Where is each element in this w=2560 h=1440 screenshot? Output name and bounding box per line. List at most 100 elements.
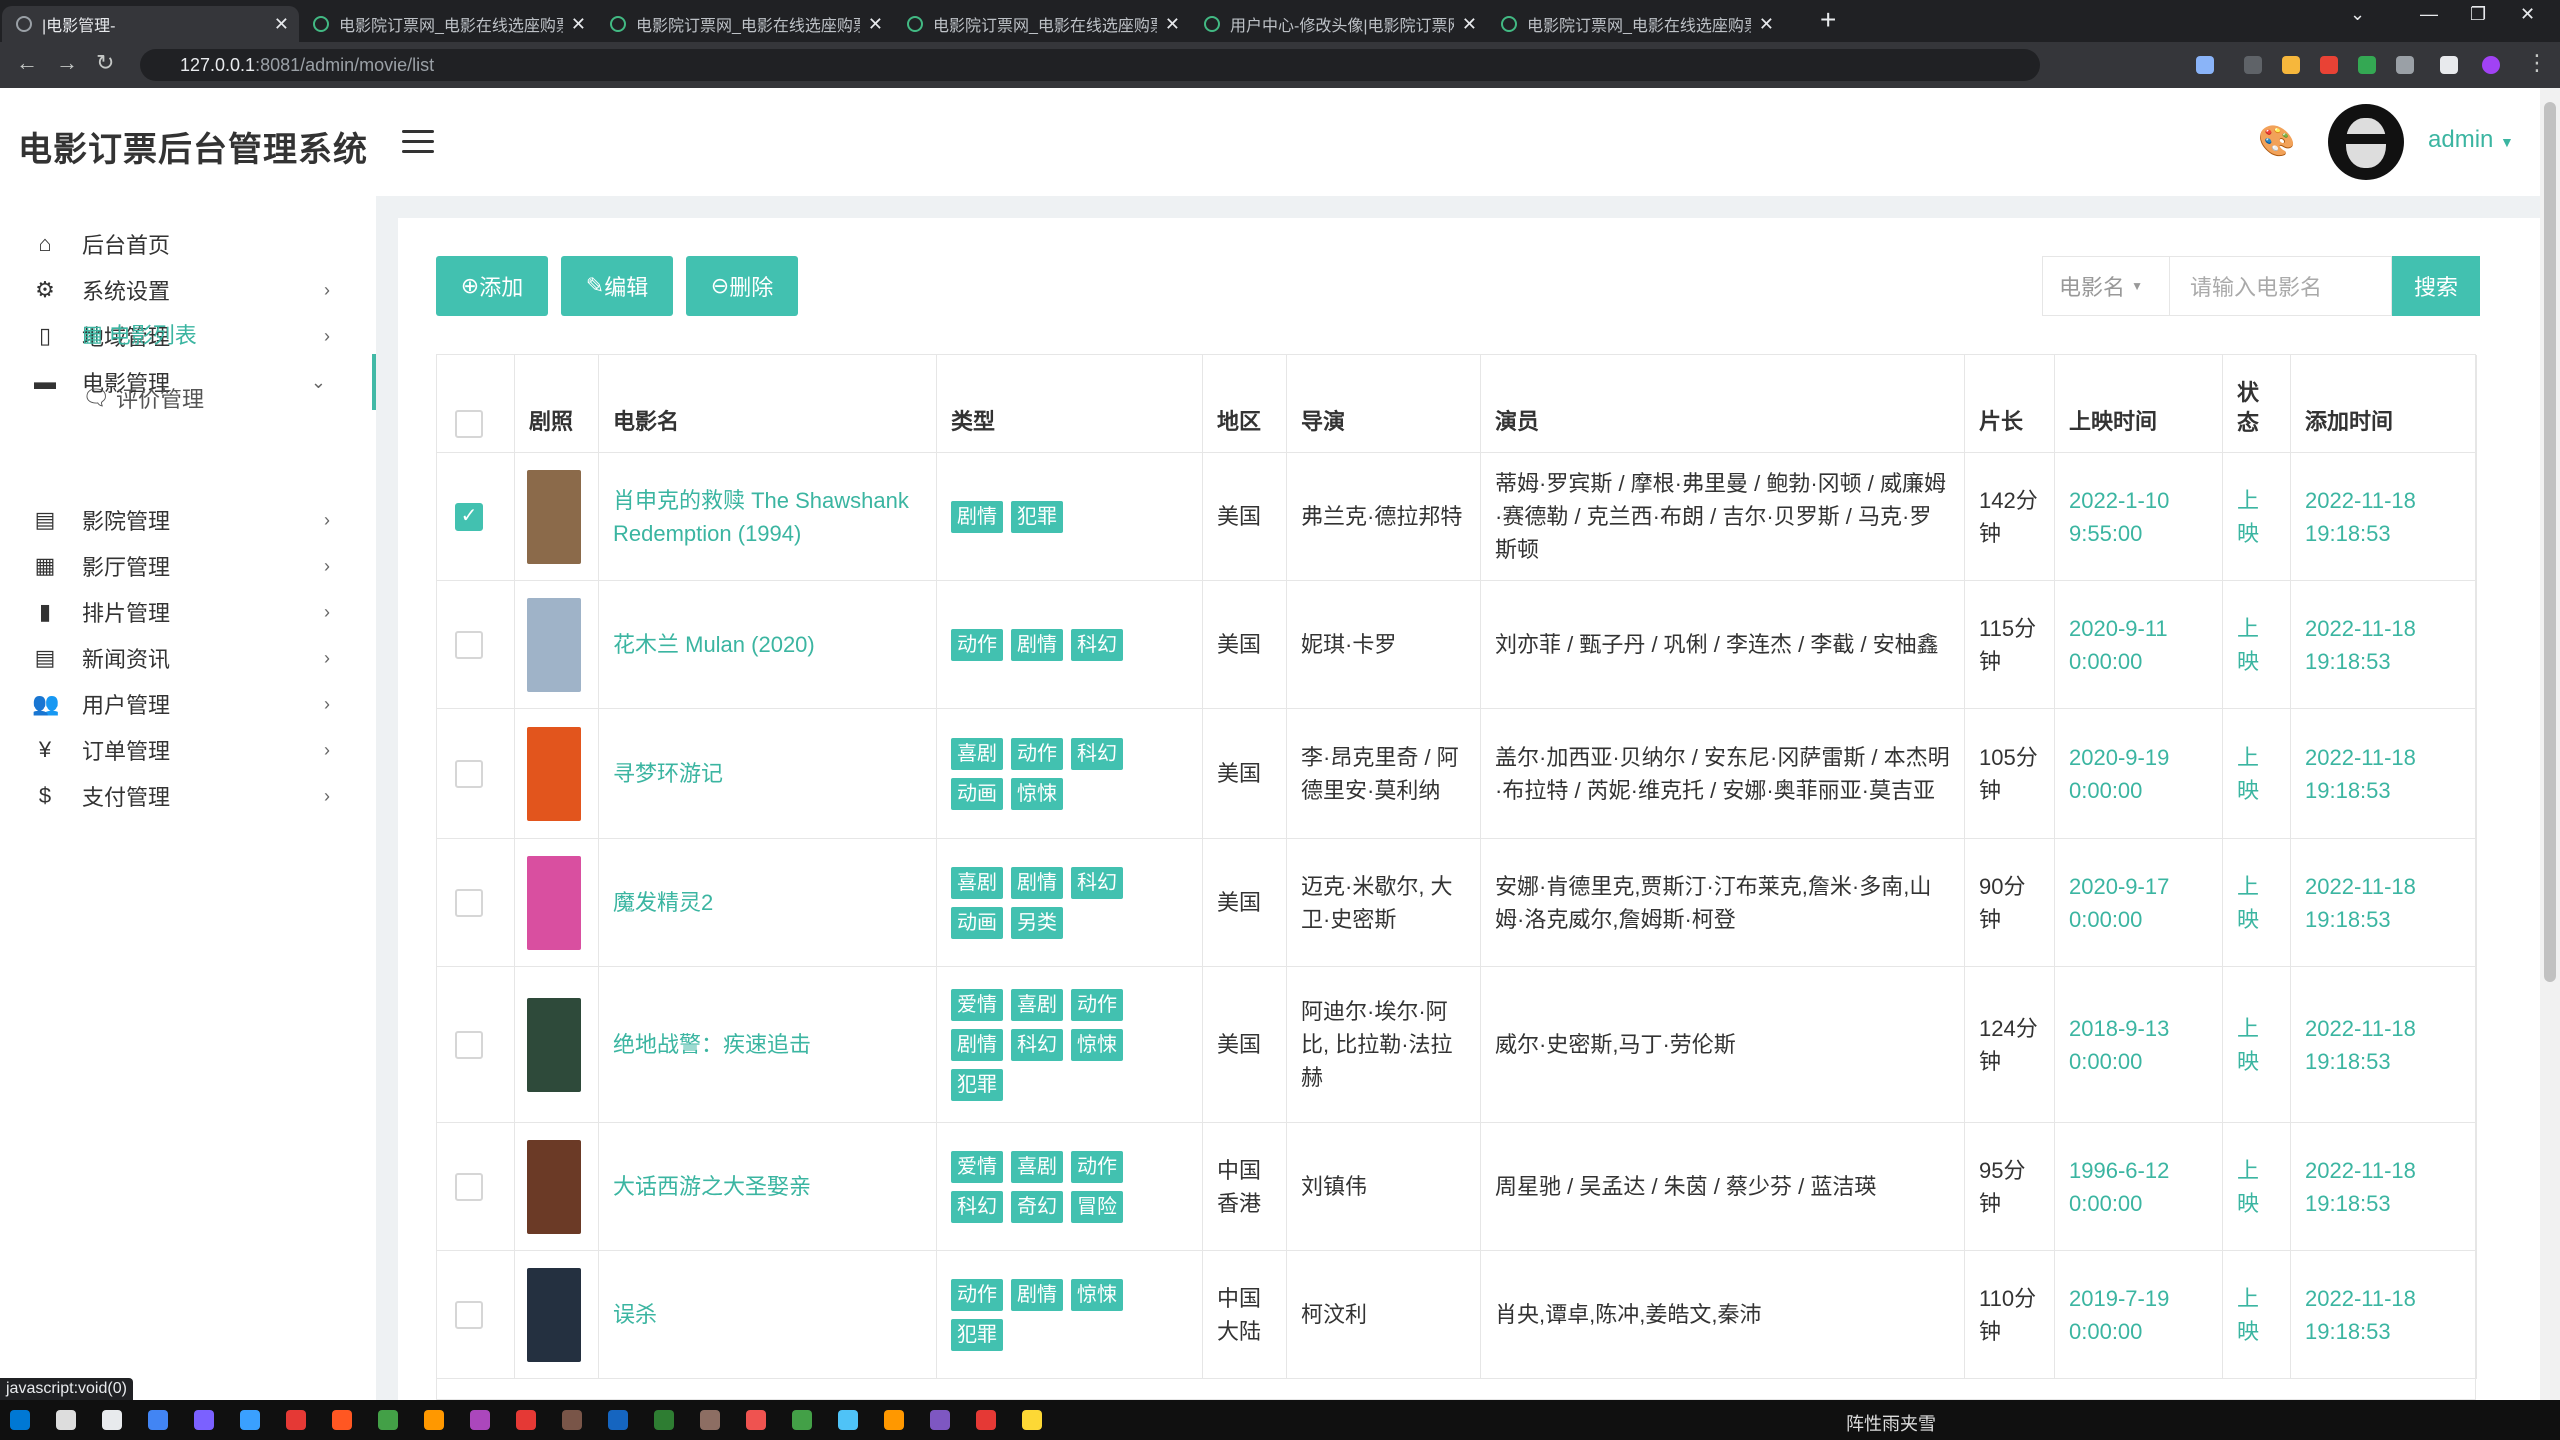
url-host: 127.0.0.1 [180,55,256,75]
cell-added: 2022-11-18 19:18:53 [2291,967,2477,1122]
taskbar-app-icon[interactable] [286,1410,306,1430]
taskbar-app-icon[interactable] [746,1410,766,1430]
maximize-button[interactable]: ❐ [2470,4,2486,25]
url-field[interactable]: 127.0.0.1:8081/admin/movie/list [140,49,2040,81]
extension-icon[interactable] [2244,56,2262,74]
browser-tab[interactable]: |电影管理- ✕ [2,6,299,42]
search-button[interactable]: 搜索 [2392,256,2480,316]
chevron-right-icon: › [324,279,330,300]
taskbar-app-icon[interactable] [378,1410,398,1430]
cell-region: 美国 [1203,967,1287,1122]
tab-title: 电影院订票网_电影在线选座购票 [636,18,860,35]
taskbar-app-icon[interactable] [700,1410,720,1430]
type-tag: 动作 [1011,737,1063,770]
cell-director: 李·昂克里奇 / 阿德里安·莫利纳 [1287,709,1481,838]
taskbar-app-icon[interactable] [10,1410,30,1430]
search-input[interactable]: 请输入电影名 [2170,256,2392,316]
palette-icon[interactable]: 🎨 [2258,124,2295,159]
taskbar-app-icon[interactable] [194,1410,214,1430]
profile-icon[interactable] [2482,56,2500,74]
taskbar-app-icon[interactable] [884,1410,904,1430]
tab-close-icon[interactable]: ✕ [1759,14,1774,35]
movie-name-link[interactable]: 误杀 [599,1251,937,1378]
taskbar-app-icon[interactable] [516,1410,536,1430]
taskbar-app-icon[interactable] [470,1410,490,1430]
edit-button[interactable]: ✎ 编辑 [561,256,673,316]
close-window-button[interactable]: ✕ [2520,4,2535,25]
type-tag: 奇幻 [1011,1190,1063,1223]
table-row: 绝地战警：疾速追击 爱情 喜剧 动作 剧情 科幻 惊悚 犯罪 美国 阿迪尔·埃尔·阿比, 比拉勒·… [437,967,2477,1123]
row-checkbox[interactable] [455,888,483,917]
new-tab-button[interactable]: + [1820,4,1836,36]
sidebar-subitem-2[interactable]: 🗨 评价管理 [82,378,204,418]
taskbar-app-icon[interactable] [838,1410,858,1430]
select-all-checkbox[interactable] [455,410,483,438]
forward-icon[interactable]: → [56,50,78,76]
cell-checkbox [437,839,515,966]
taskbar-app-icon[interactable] [240,1410,260,1430]
sidebar-item-11[interactable]: $ 支付管理 › [0,768,376,824]
taskbar-app-icon[interactable] [608,1410,628,1430]
browser-tab[interactable]: 用户中心-修改头像|电影院订票网 ✕ [1190,6,1487,42]
taskbar-app-icon[interactable] [56,1410,76,1430]
puzzle-icon[interactable] [2396,56,2414,74]
tab-close-icon[interactable]: ✕ [1462,14,1477,35]
row-checkbox[interactable] [455,759,483,788]
tab-close-icon[interactable]: ✕ [274,14,289,35]
type-tag: 另类 [1011,906,1063,939]
user-menu[interactable]: admin ▼ [2428,126,2514,154]
row-checkbox[interactable] [455,630,483,659]
extension-icon[interactable] [2320,56,2338,74]
table-row: 花木兰 Mulan (2020) 动作 剧情 科幻 美国 妮琪·卡罗 刘亦菲 / 甄子丹 /… [437,581,2477,709]
sidebar-subitem-1[interactable]: ▦ 电影列表 [82,314,197,354]
taskbar-app-icon[interactable] [976,1410,996,1430]
add-button[interactable]: ⊕ 添加 [436,256,548,316]
movie-name-link[interactable]: 魔发精灵2 [599,839,937,966]
taskbar-app-icon[interactable] [102,1410,122,1430]
menu-toggle-icon[interactable] [402,130,434,154]
taskbar-app-icon[interactable] [654,1410,674,1430]
taskbar-app-icon[interactable] [562,1410,582,1430]
sidebar-toggle-icon[interactable] [2440,56,2458,74]
taskbar-app-icon[interactable] [148,1410,168,1430]
browser-tab[interactable]: 电影院订票网_电影在线选座购票 ✕ [596,6,893,42]
row-checkbox[interactable] [455,1172,483,1201]
tab-close-icon[interactable]: ✕ [571,14,586,35]
taskbar-app-icon[interactable] [332,1410,352,1430]
browser-tab[interactable]: 电影院订票网_电影在线选座购票 ✕ [299,6,596,42]
row-checkbox[interactable] [455,1030,483,1059]
movie-name-link[interactable]: 肖申克的救赎 The Shawshank Redemption (1994) [599,453,937,580]
avatar[interactable] [2328,104,2404,180]
tab-search-icon[interactable]: ⌄ [2350,4,2365,25]
tab-close-icon[interactable]: ✕ [868,14,883,35]
taskbar-app-icon[interactable] [930,1410,950,1430]
tab-title: |电影管理- [42,18,116,35]
taskbar-app-icon[interactable] [1022,1410,1042,1430]
row-checkbox[interactable] [455,1300,483,1329]
movie-name-link[interactable]: 绝地战警：疾速追击 [599,967,937,1122]
taskbar-app-icon[interactable] [424,1410,444,1430]
type-tags: 动作 剧情 科幻 [951,625,1151,665]
search-field-select[interactable]: 电影名 ▼ [2042,256,2170,316]
movie-name-link[interactable]: 花木兰 Mulan (2020) [599,581,937,708]
minimize-button[interactable]: — [2420,4,2438,25]
tab-favicon-icon [1204,16,1220,32]
reload-icon[interactable]: ↻ [96,50,114,76]
delete-button[interactable]: ⊖ 删除 [686,256,798,316]
movie-name-link[interactable]: 寻梦环游记 [599,709,937,838]
back-icon[interactable]: ← [16,50,38,76]
type-tag: 惊悚 [1011,777,1063,810]
extension-icon[interactable] [2282,56,2300,74]
page-scrollbar[interactable] [2540,88,2560,1400]
movie-name-link[interactable]: 大话西游之大圣娶亲 [599,1123,937,1250]
row-checkbox[interactable]: ✓ [455,502,483,531]
menu-dots-icon[interactable]: ⋮ [2526,50,2548,76]
extension-icon[interactable] [2358,56,2376,74]
cell-status: 上映 [2223,1251,2291,1378]
browser-tab[interactable]: 电影院订票网_电影在线选座购票 ✕ [893,6,1190,42]
extension-icon[interactable] [2196,56,2214,74]
browser-tab[interactable]: 电影院订票网_电影在线选座购票 ✕ [1487,6,1784,42]
taskbar-app-icon[interactable] [792,1410,812,1430]
type-tag: 科幻 [951,1190,1003,1223]
tab-close-icon[interactable]: ✕ [1165,14,1180,35]
